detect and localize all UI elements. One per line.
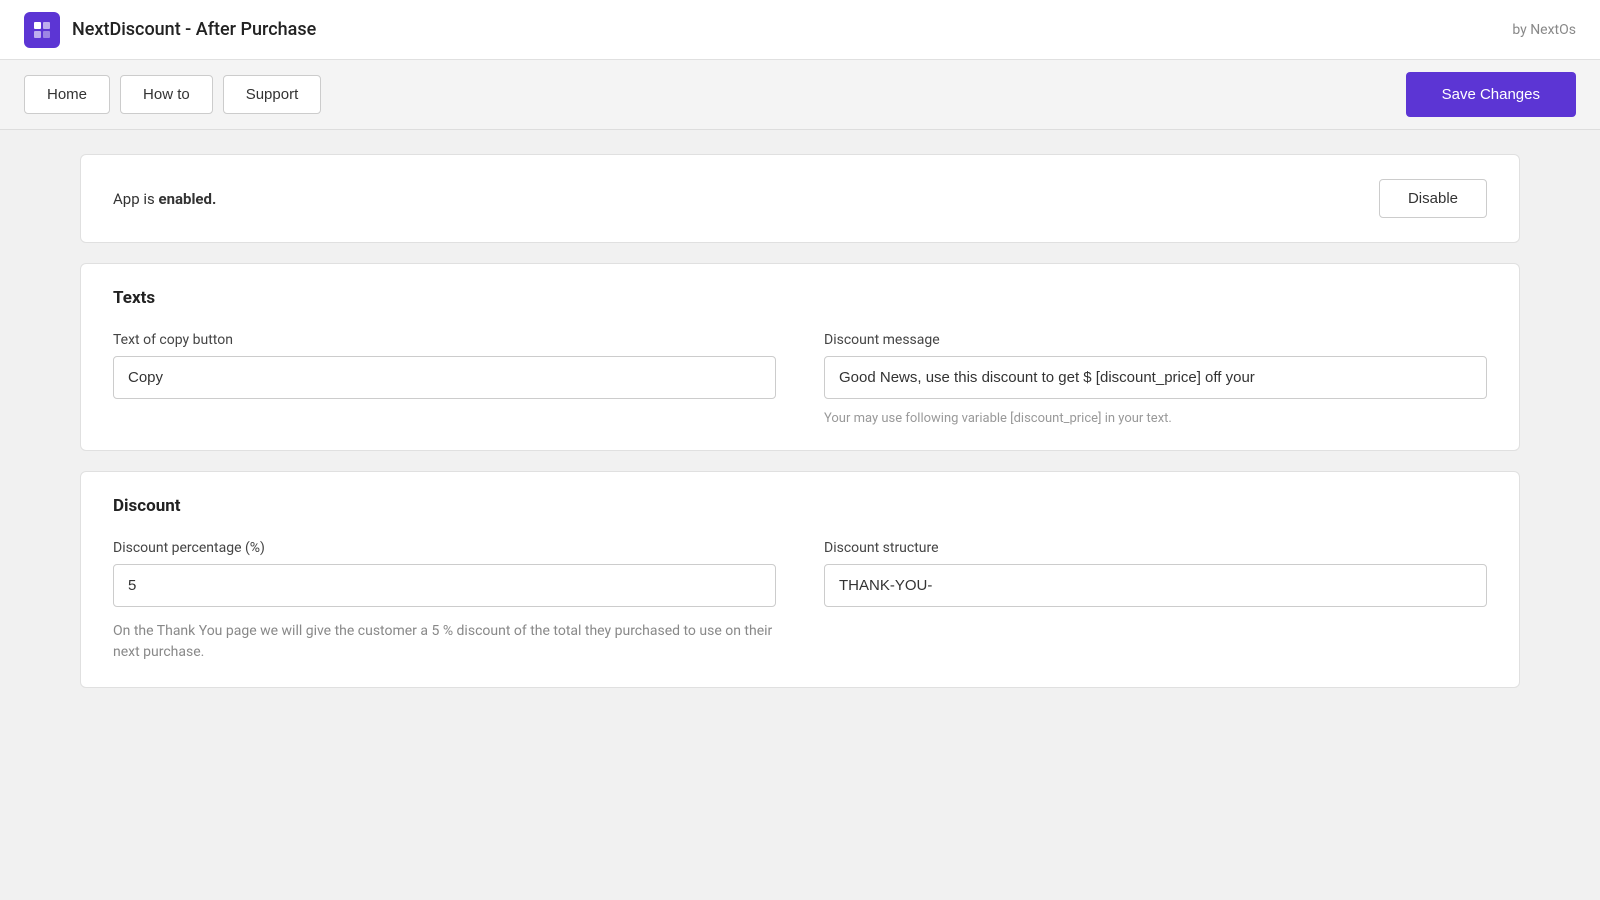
discount-structure-input[interactable]	[824, 564, 1487, 607]
discount-structure-group: Discount structure	[824, 540, 1487, 663]
save-changes-button[interactable]: Save Changes	[1406, 72, 1576, 117]
by-nextOs-text: by NextOs	[1512, 22, 1576, 38]
app-title: NextDiscount - After Purchase	[72, 19, 316, 40]
status-card: App is enabled. Disable	[80, 154, 1520, 243]
disable-button[interactable]: Disable	[1379, 179, 1487, 218]
discount-percentage-label: Discount percentage (%)	[113, 540, 776, 556]
discount-message-group: Discount message Your may use following …	[824, 332, 1487, 426]
home-button[interactable]: Home	[24, 75, 110, 114]
main-content: App is enabled. Disable Texts Text of co…	[0, 130, 1600, 712]
discount-structure-label: Discount structure	[824, 540, 1487, 556]
status-text: App is enabled.	[113, 190, 216, 208]
discount-percentage-description: On the Thank You page we will give the c…	[113, 621, 776, 663]
texts-form-grid: Text of copy button Discount message You…	[113, 332, 1487, 426]
support-button[interactable]: Support	[223, 75, 322, 114]
discount-message-input[interactable]	[824, 356, 1487, 399]
copy-button-label: Text of copy button	[113, 332, 776, 348]
copy-button-input[interactable]	[113, 356, 776, 399]
discount-section-title: Discount	[113, 496, 1487, 516]
discount-message-label: Discount message	[824, 332, 1487, 348]
discount-section-card: Discount Discount percentage (%) On the …	[80, 471, 1520, 688]
status-bold: enabled.	[158, 190, 216, 208]
status-prefix: App is	[113, 190, 158, 208]
texts-section-card: Texts Text of copy button Discount messa…	[80, 263, 1520, 451]
discount-form-grid: Discount percentage (%) On the Thank You…	[113, 540, 1487, 663]
top-bar: NextDiscount - After Purchase by NextOs	[0, 0, 1600, 60]
app-logo: NextDiscount - After Purchase	[24, 12, 316, 48]
discount-message-hint: Your may use following variable [discoun…	[824, 411, 1487, 426]
discount-percentage-group: Discount percentage (%) On the Thank You…	[113, 540, 776, 663]
texts-section-title: Texts	[113, 288, 1487, 308]
copy-button-group: Text of copy button	[113, 332, 776, 426]
how-to-button[interactable]: How to	[120, 75, 213, 114]
discount-percentage-input[interactable]	[113, 564, 776, 607]
app-logo-icon	[24, 12, 60, 48]
nav-bar: Home How to Support Save Changes	[0, 60, 1600, 130]
